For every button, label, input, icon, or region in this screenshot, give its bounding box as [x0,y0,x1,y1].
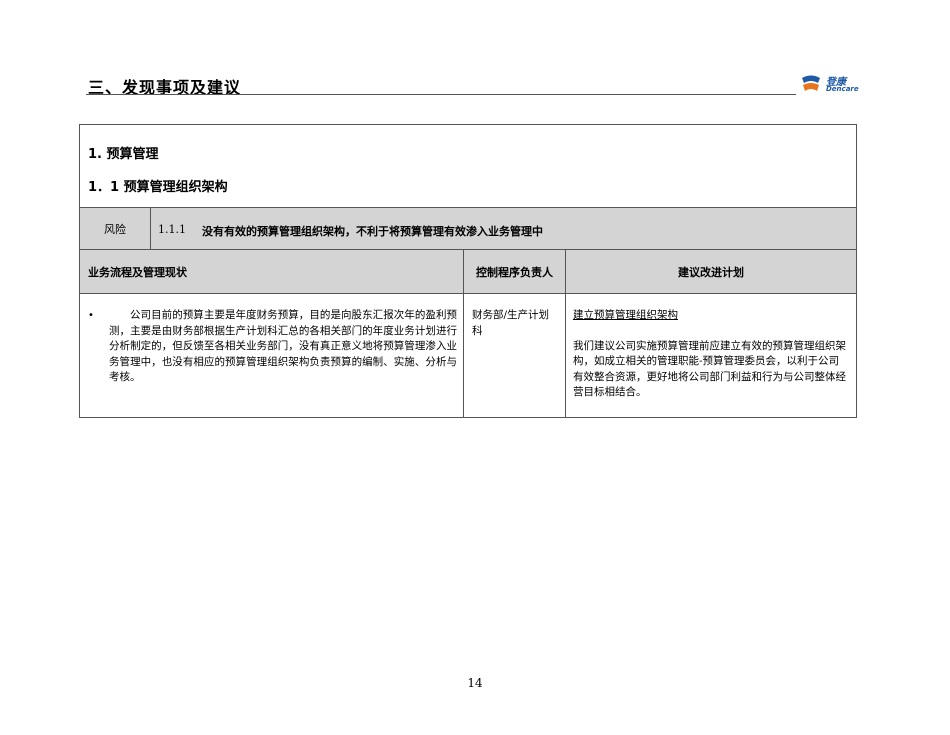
column-header-status: 业务流程及管理现状 [80,250,464,293]
finding-box: 1. 预算管理 1．1 预算管理组织架构 风险 1.1.1 没有有效的预算管理组… [79,124,857,418]
plan-title: 建立预算管理组织架构 [573,309,678,321]
status-bullet-item: • 公司目前的预算主要是年度财务预算，目的是向股东汇报次年的盈利预测，主要是由财… [88,308,457,386]
page-number: 14 [467,676,483,690]
risk-row: 风险 1.1.1 没有有效的预算管理组织架构，不利于将预算管理有效渗入业务管理中 [80,207,856,250]
plan-cell: 建立预算管理组织架构 我们建议公司实施预算管理前应建立有效的预算管理组织架构，如… [566,294,856,417]
status-text: 公司目前的预算主要是年度财务预算，目的是向股东汇报次年的盈利预测，主要是由财务部… [109,309,457,383]
plan-text: 我们建议公司实施预算管理前应建立有效的预算管理组织架构，如成立相关的管理职能-预… [573,339,846,399]
bullet-icon: • [88,310,94,321]
section-heading: 1. 预算管理 [88,147,159,162]
risk-number: 1.1.1 [158,223,186,236]
logo-mark-icon [802,75,820,91]
company-logo: 登康 Dencare [800,72,862,96]
table-row: • 公司目前的预算主要是年度财务预算，目的是向股东汇报次年的盈利预测，主要是由财… [80,294,856,417]
table-header-row: 业务流程及管理现状 控制程序负责人 建议改进计划 [80,250,856,294]
risk-label: 风险 [80,208,151,249]
owner-cell: 财务部/生产计划科 [464,294,566,417]
section-subheading: 1．1 预算管理组织架构 [88,180,228,195]
header-rule [86,94,796,95]
logo-english-text: Dencare [826,85,859,93]
risk-text: 没有有效的预算管理组织架构，不利于将预算管理有效渗入业务管理中 [202,225,543,238]
status-cell: • 公司目前的预算主要是年度财务预算，目的是向股东汇报次年的盈利预测，主要是由财… [80,294,464,417]
column-header-owner: 控制程序负责人 [464,250,566,293]
column-header-plan: 建议改进计划 [678,265,744,279]
